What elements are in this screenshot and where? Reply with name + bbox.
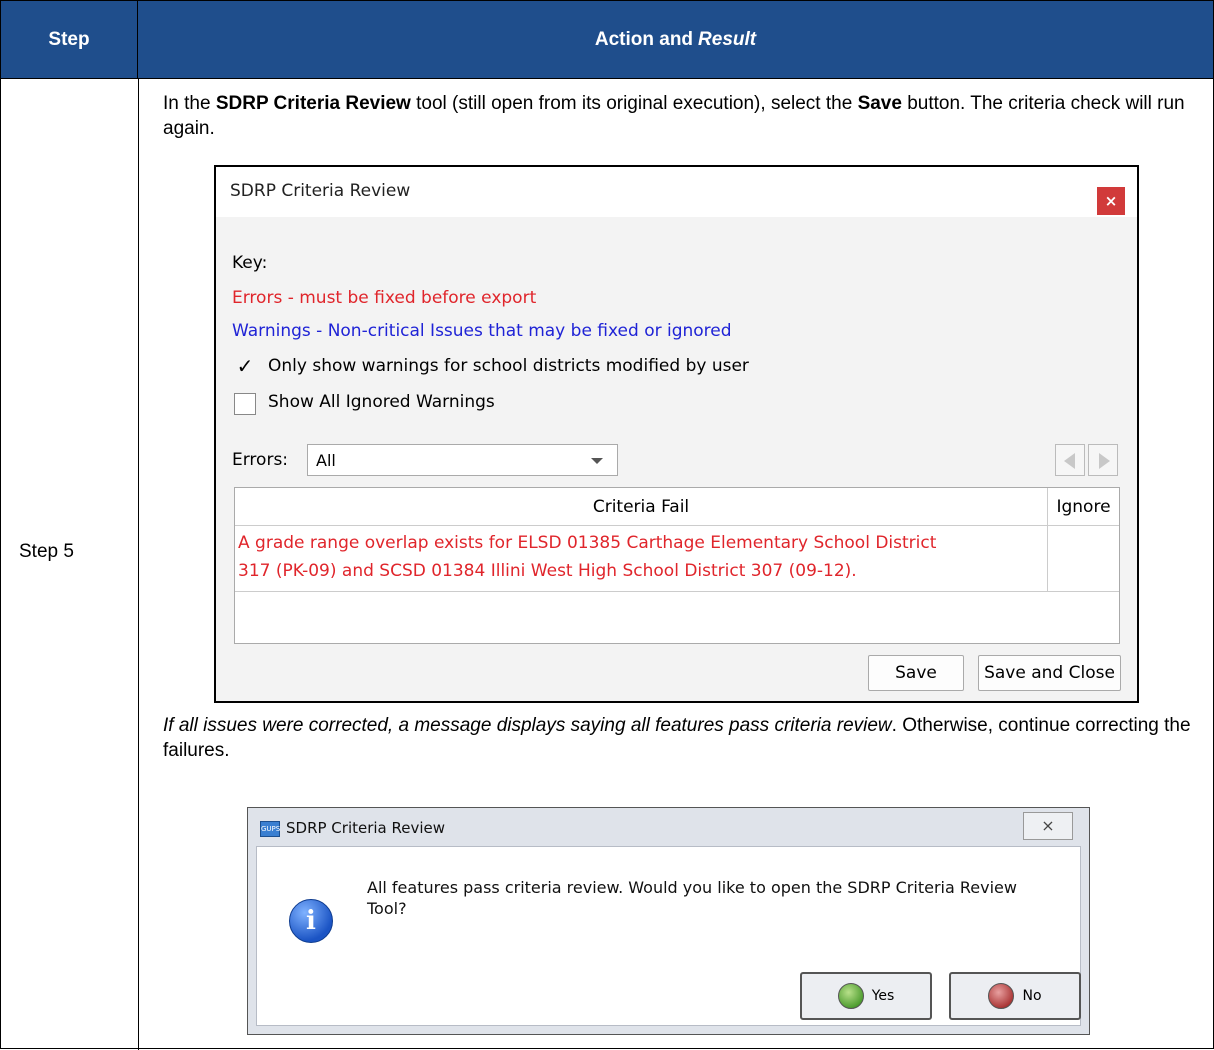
chevron-down-icon [591, 458, 603, 464]
header-action-text: Action and [594, 28, 694, 50]
close-button[interactable]: × [1097, 187, 1125, 215]
ignored-warnings-checkbox[interactable] [234, 393, 256, 415]
dialog-titlebar: SDRP Criteria Review × [216, 167, 1137, 217]
result-italic-text: If all issues were corrected, a message … [163, 715, 892, 736]
criteria-fail-table: Criteria Fail Ignore A grade range overl… [234, 487, 1120, 644]
modified-only-label: Only show warnings for school districts … [268, 356, 749, 376]
message-titlebar: GUPS SDRP Criteria Review ⨯ [248, 808, 1089, 846]
red-ball-icon [988, 983, 1015, 1009]
instruction-paragraph: In the SDRP Criteria Review tool (still … [163, 91, 1203, 141]
result-paragraph: If all issues were corrected, a message … [163, 713, 1203, 763]
previous-button[interactable] [1055, 444, 1085, 476]
message-title: SDRP Criteria Review [286, 819, 446, 837]
app-icon: GUPS [260, 821, 280, 837]
para1-tool-name: SDRP Criteria Review [215, 93, 411, 114]
table-header: Step Action and Result [1, 1, 1213, 78]
yes-button[interactable]: Yes [800, 972, 932, 1020]
errors-filter-value: All [316, 451, 336, 470]
errors-key-text: Errors - must be fixed before export [232, 288, 537, 308]
ignore-cell[interactable] [1048, 526, 1119, 592]
ignored-warnings-label: Show All Ignored Warnings [268, 392, 495, 412]
procedure-table: Step Action and Result Step 5 In the SDRP… [0, 0, 1214, 1050]
dialog-title: SDRP Criteria Review [230, 181, 411, 201]
row-text-line1: A grade range overlap exists for ELSD 01… [238, 533, 937, 553]
save-button[interactable]: Save [868, 655, 964, 691]
arrow-left-icon [1064, 453, 1075, 469]
close-icon[interactable]: ⨯ [1023, 812, 1073, 840]
info-icon: i [289, 899, 333, 943]
row-divider [1, 78, 1213, 79]
table-row[interactable]: A grade range overlap exists for ELSD 01… [235, 526, 1048, 592]
message-body: i All features pass criteria review. Wou… [256, 846, 1081, 1026]
no-label: No [1022, 988, 1042, 1004]
warnings-key-text: Warnings - Non-critical Issues that may … [232, 321, 732, 341]
save-and-close-button[interactable]: Save and Close [978, 655, 1121, 691]
no-button[interactable]: No [949, 972, 1081, 1020]
column-header-ignore[interactable]: Ignore [1048, 488, 1119, 526]
column-divider [138, 78, 139, 1050]
header-result-text: Result [698, 28, 757, 50]
green-ball-icon [837, 983, 864, 1009]
errors-filter-label: Errors: [232, 450, 289, 470]
modified-only-checkbox[interactable]: ✓ [234, 356, 256, 378]
next-button[interactable] [1088, 444, 1118, 476]
para1-text-c: tool (still open from its original execu… [410, 93, 858, 114]
message-text: All features pass criteria review. Would… [367, 878, 1017, 918]
criteria-review-dialog: SDRP Criteria Review × Key: Errors - mus… [214, 165, 1139, 703]
header-action: Action and Result [138, 1, 1213, 78]
arrow-right-icon [1099, 453, 1110, 469]
yes-label: Yes [871, 988, 895, 1004]
column-header-criteria[interactable]: Criteria Fail [235, 488, 1048, 526]
step-label: Step 5 [19, 541, 74, 562]
header-step: Step [1, 1, 138, 78]
row-text-line2: 317 (PK-09) and SCSD 01384 Illini West H… [238, 561, 857, 581]
para1-save-ref: Save [857, 93, 902, 114]
errors-filter-dropdown[interactable]: All [307, 444, 618, 476]
pass-message-box: GUPS SDRP Criteria Review ⨯ i All featur… [247, 807, 1090, 1035]
para1-text-a: In the [163, 93, 216, 114]
key-label: Key: [232, 253, 268, 273]
